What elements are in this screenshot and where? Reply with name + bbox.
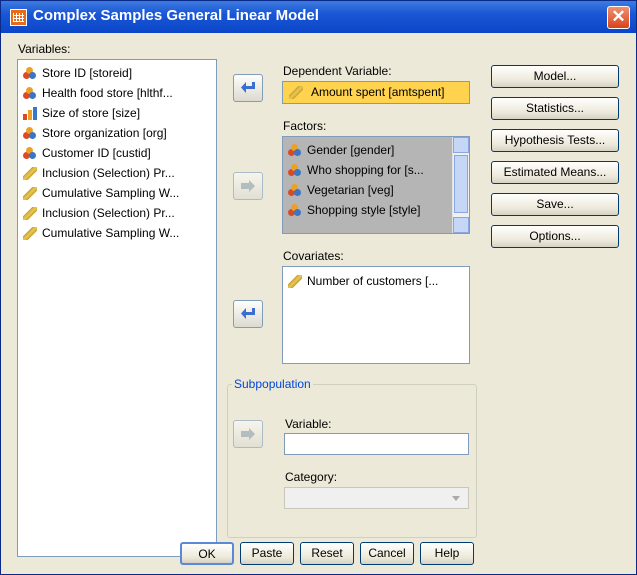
- covariate-list-item-label: Number of customers [...: [307, 274, 439, 288]
- subpop-variable-field[interactable]: [284, 433, 469, 455]
- subpopulation-group: [227, 384, 477, 538]
- scale-variable-icon: [23, 167, 37, 180]
- variable-list-item-label: Size of store [size]: [42, 106, 141, 120]
- factor-list-item-label: Vegetarian [veg]: [307, 183, 394, 197]
- chevron-down-icon: [452, 496, 460, 501]
- scale-variable-icon: [288, 275, 302, 288]
- dependent-variable-field[interactable]: Amount spent [amtspent]: [282, 81, 470, 104]
- move-to-dependent-button[interactable]: [233, 74, 263, 102]
- variable-list-item[interactable]: Inclusion (Selection) Pr...: [18, 203, 216, 223]
- estimated-means-button[interactable]: Estimated Means...: [491, 161, 619, 184]
- factors-scrollbar[interactable]: [452, 137, 469, 233]
- variable-list-item[interactable]: Cumulative Sampling W...: [18, 183, 216, 203]
- scroll-thumb[interactable]: [454, 155, 468, 213]
- factor-list-item[interactable]: Vegetarian [veg]: [283, 180, 453, 200]
- variable-list-item-label: Store organization [org]: [42, 126, 167, 140]
- model-button[interactable]: Model...: [491, 65, 619, 88]
- variable-list-item-label: Inclusion (Selection) Pr...: [42, 206, 175, 220]
- variables-label: Variables:: [18, 42, 71, 56]
- arrow-left-icon: [241, 82, 255, 93]
- scale-variable-icon: [23, 227, 37, 240]
- ok-button[interactable]: OK: [180, 542, 234, 565]
- factor-list-item-label: Who shopping for [s...: [307, 163, 424, 177]
- variable-list-item-label: Cumulative Sampling W...: [42, 226, 180, 240]
- factor-list-item-label: Gender [gender]: [307, 143, 395, 157]
- move-to-covariates-button[interactable]: [233, 300, 263, 328]
- factor-list-item[interactable]: Who shopping for [s...: [283, 160, 453, 180]
- dependent-variable-text: Amount spent [amtspent]: [311, 85, 445, 99]
- title-bar[interactable]: Complex Samples General Linear Model ✕: [1, 1, 636, 33]
- paste-button[interactable]: Paste: [240, 542, 294, 565]
- factor-list-item[interactable]: Shopping style [style]: [283, 200, 453, 220]
- window-title: Complex Samples General Linear Model: [33, 7, 319, 24]
- help-button[interactable]: Help: [420, 542, 474, 565]
- nominal-variable-icon: [288, 164, 302, 177]
- scroll-up-arrow-icon[interactable]: [453, 137, 469, 153]
- move-to-factors-button[interactable]: [233, 172, 263, 200]
- covariate-list-item[interactable]: Number of customers [...: [283, 271, 469, 291]
- arrow-right-icon: [241, 180, 255, 192]
- arrow-left-icon: [241, 308, 255, 319]
- app-table-icon: [10, 9, 27, 26]
- variable-list-item[interactable]: Inclusion (Selection) Pr...: [18, 163, 216, 183]
- dependent-variable-item[interactable]: Amount spent [amtspent]: [283, 82, 469, 103]
- close-button[interactable]: ✕: [607, 6, 630, 29]
- arrow-right-icon: [241, 428, 255, 440]
- nominal-variable-icon: [23, 147, 37, 160]
- scale-variable-icon: [23, 187, 37, 200]
- cancel-button[interactable]: Cancel: [360, 542, 414, 565]
- factors-label: Factors:: [283, 119, 327, 133]
- statistics-button[interactable]: Statistics...: [491, 97, 619, 120]
- subpop-variable-label: Variable:: [285, 417, 332, 431]
- scroll-down-arrow-icon[interactable]: [453, 217, 469, 233]
- nominal-variable-icon: [288, 204, 302, 217]
- options-button[interactable]: Options...: [491, 225, 619, 248]
- save-button[interactable]: Save...: [491, 193, 619, 216]
- subpopulation-label: Subpopulation: [232, 377, 313, 391]
- dependent-variable-label: Dependent Variable:: [283, 64, 392, 78]
- variable-list-item[interactable]: Size of store [size]: [18, 103, 216, 123]
- category-label: Category:: [285, 470, 338, 484]
- reset-button[interactable]: Reset: [300, 542, 354, 565]
- category-dropdown[interactable]: [284, 487, 469, 509]
- variable-list-item[interactable]: Health food store [hlthf...: [18, 83, 216, 103]
- variable-list-item-label: Health food store [hlthf...: [42, 86, 173, 100]
- scale-variable-icon: [23, 207, 37, 220]
- variable-list-item[interactable]: Store organization [org]: [18, 123, 216, 143]
- nominal-variable-icon: [23, 87, 37, 100]
- move-to-subpopulation-button[interactable]: [233, 420, 263, 448]
- factor-list-item[interactable]: Gender [gender]: [283, 140, 453, 160]
- variable-list-item-label: Cumulative Sampling W...: [42, 186, 180, 200]
- nominal-variable-icon: [288, 184, 302, 197]
- variable-list-item-label: Inclusion (Selection) Pr...: [42, 166, 175, 180]
- covariates-label: Covariates:: [283, 249, 344, 263]
- nominal-variable-icon: [23, 67, 37, 80]
- factors-list[interactable]: Gender [gender] Who shopping for [s... Veg…: [282, 136, 470, 234]
- nominal-variable-icon: [288, 144, 302, 157]
- variable-list-item[interactable]: Cumulative Sampling W...: [18, 223, 216, 243]
- scale-variable-icon: [289, 86, 303, 99]
- variables-list[interactable]: Store ID [storeid] Health food store [hlt…: [17, 59, 217, 557]
- covariates-list[interactable]: Number of customers [...: [282, 266, 470, 364]
- variable-list-item-label: Store ID [storeid]: [42, 66, 133, 80]
- ordinal-variable-icon: [23, 107, 37, 120]
- hypothesis-tests-button[interactable]: Hypothesis Tests...: [491, 129, 619, 152]
- variable-list-item[interactable]: Store ID [storeid]: [18, 63, 216, 83]
- factor-list-item-label: Shopping style [style]: [307, 203, 421, 217]
- dialog-window: Complex Samples General Linear Model ✕ V…: [0, 0, 637, 575]
- nominal-variable-icon: [23, 127, 37, 140]
- variable-list-item[interactable]: Customer ID [custid]: [18, 143, 216, 163]
- variable-list-item-label: Customer ID [custid]: [42, 146, 151, 160]
